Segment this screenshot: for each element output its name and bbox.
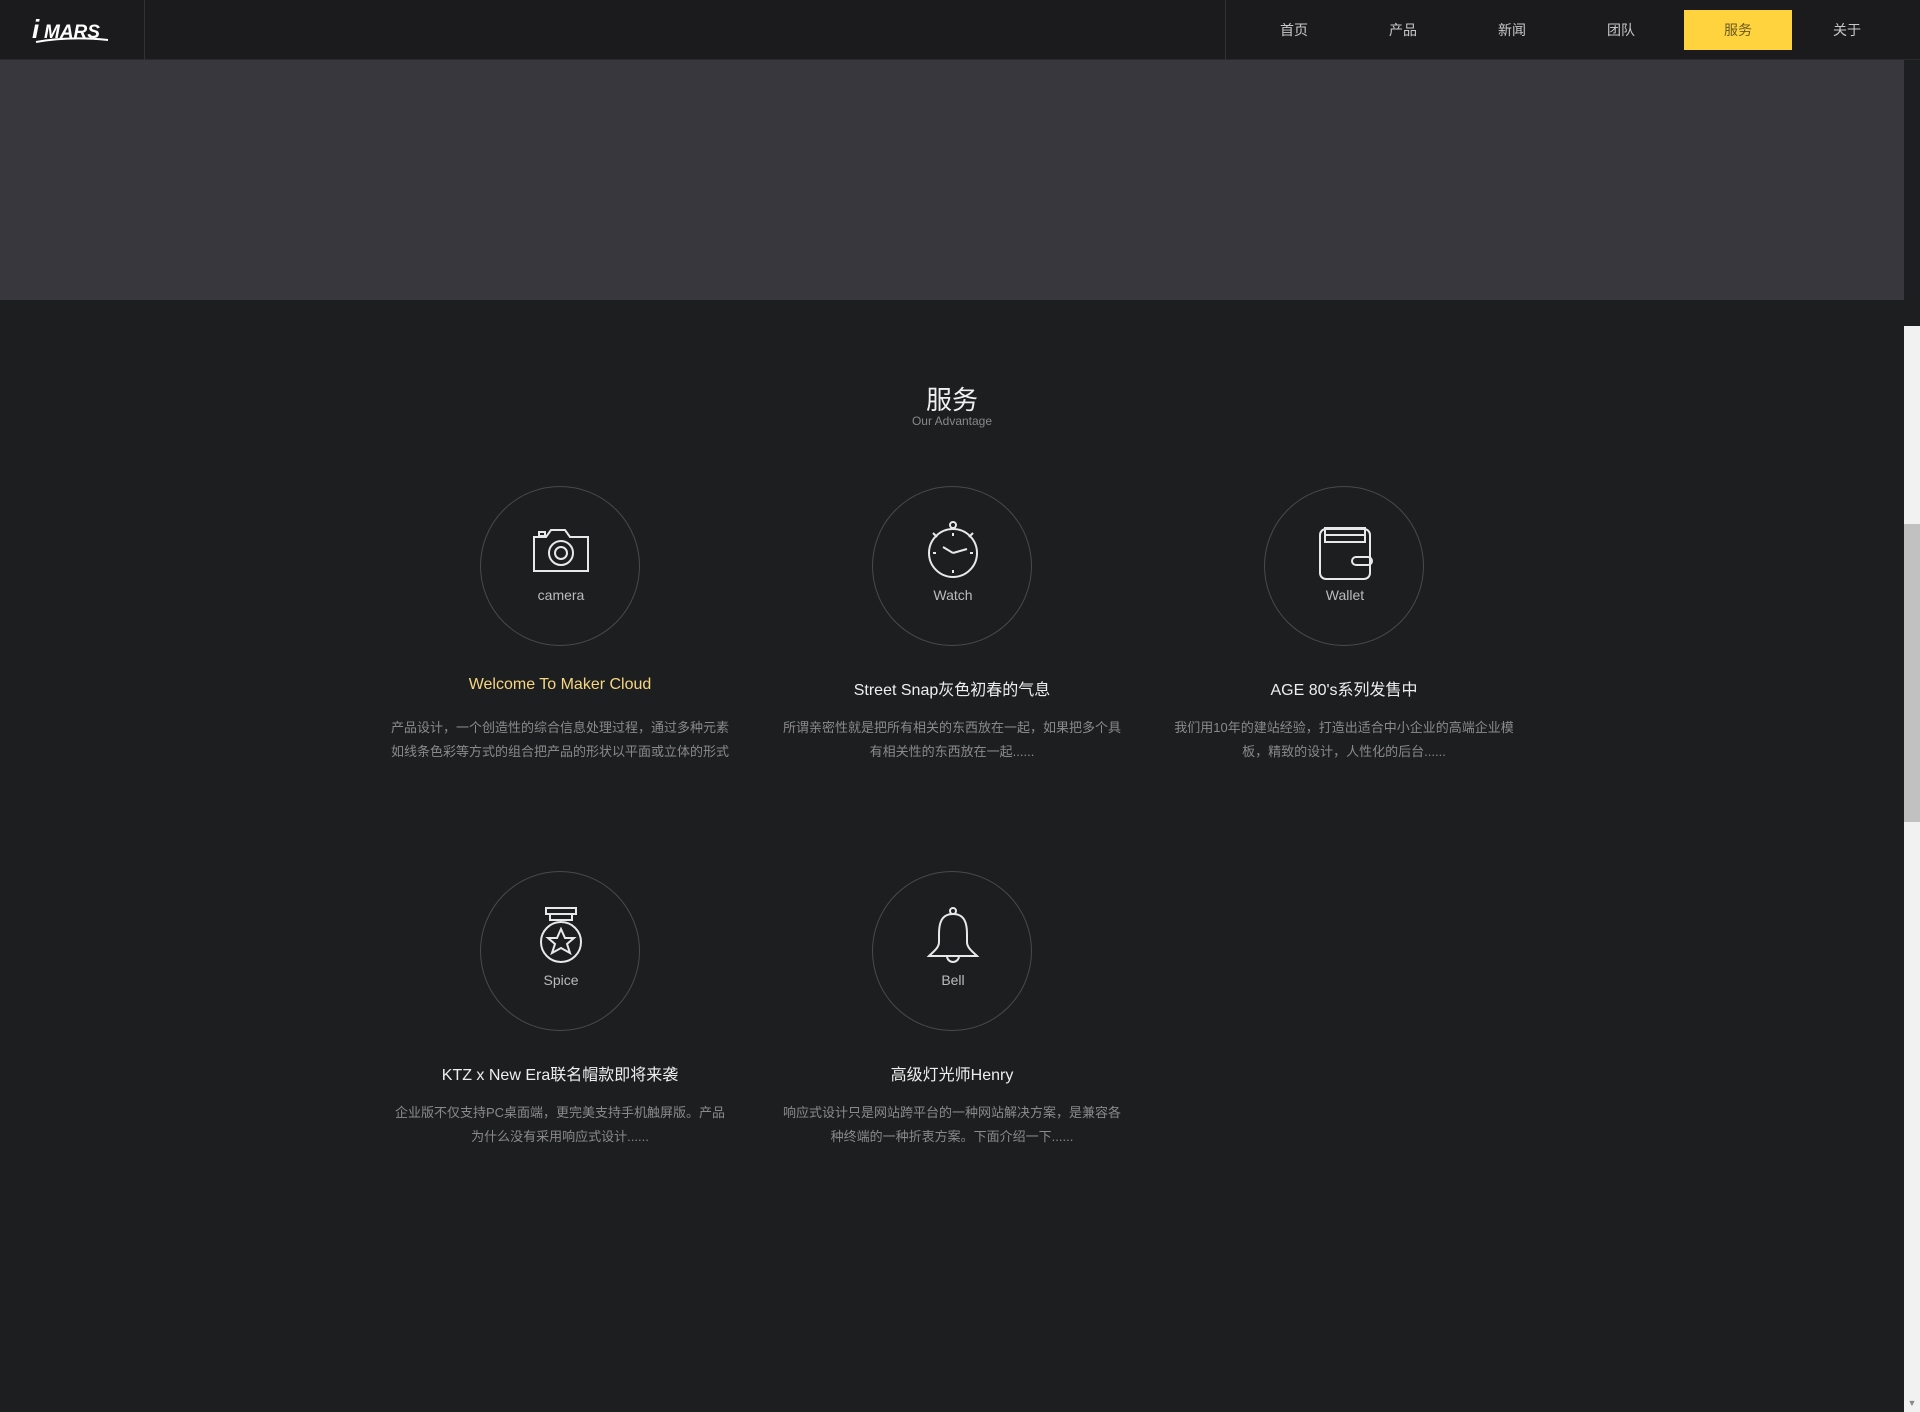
nav-item-services[interactable]: 服务 bbox=[1684, 10, 1792, 50]
scrollbar-track[interactable] bbox=[1904, 326, 1920, 1412]
icon-label: Watch bbox=[933, 587, 973, 603]
wallet-icon bbox=[1319, 527, 1373, 580]
icon-circle[interactable]: Wallet bbox=[1264, 486, 1424, 646]
icon-label: Bell bbox=[941, 972, 965, 988]
nav-item-team[interactable]: 团队 bbox=[1567, 10, 1675, 50]
main-nav: 首页 产品 新闻 团队 服务 关于 bbox=[1225, 0, 1920, 60]
service-title[interactable]: Welcome To Maker Cloud bbox=[385, 676, 735, 694]
service-description: 所谓亲密性就是把所有相关的东西放在一起，如果把多个具有相关性的东西放在一起...… bbox=[782, 720, 1121, 759]
icon-label: Wallet bbox=[1325, 587, 1365, 603]
scrollbar-thumb[interactable] bbox=[1904, 524, 1920, 822]
bell-icon bbox=[926, 907, 980, 963]
service-description: 我们用10年的建站经验，打造出适合中小企业的高端企业模板，精致的设计，人性化的后… bbox=[1174, 720, 1514, 759]
icon-circle[interactable]: camera bbox=[480, 486, 640, 646]
service-title[interactable]: Street Snap灰色初春的气息 bbox=[777, 676, 1127, 700]
nav-item-news[interactable]: 新闻 bbox=[1458, 10, 1566, 50]
nav-item-about[interactable]: 关于 bbox=[1793, 10, 1901, 50]
service-description: 产品设计，一个创造性的综合信息处理过程，通过多种元素如线条色彩等方式的组合把产品… bbox=[390, 720, 729, 759]
top-header: i MARS 首页 产品 新闻 团队 服务 关于 bbox=[0, 0, 1920, 60]
logo[interactable]: i MARS bbox=[0, 0, 145, 60]
service-description: 企业版不仅支持PC桌面端，更完美支持手机触屏版。产品为什么没有采用响应式设计..… bbox=[394, 1105, 726, 1144]
service-description: 响应式设计只是网站跨平台的一种网站解决方案，是兼容各种终端的一种折衷方案。下面介… bbox=[782, 1105, 1121, 1144]
section-title: 服务 bbox=[925, 386, 978, 416]
service-title[interactable]: AGE 80's系列发售中 bbox=[1169, 676, 1519, 700]
icon-label: Spice bbox=[543, 972, 579, 988]
camera-icon bbox=[533, 529, 589, 572]
service-title[interactable]: KTZ x New Era联名帽款即将来袭 bbox=[385, 1061, 735, 1085]
imars-logo-icon: i MARS bbox=[32, 14, 109, 44]
icon-circle[interactable]: Watch bbox=[872, 486, 1032, 646]
service-title[interactable]: 高级灯光师Henry bbox=[777, 1061, 1127, 1085]
medal-icon bbox=[540, 907, 582, 963]
nav-item-products[interactable]: 产品 bbox=[1349, 10, 1457, 50]
stopwatch-icon bbox=[928, 521, 978, 578]
scroll-down-arrow-icon[interactable]: ▼ bbox=[1904, 1394, 1920, 1412]
nav-item-home[interactable]: 首页 bbox=[1240, 10, 1348, 50]
banner bbox=[0, 60, 1904, 300]
icon-circle[interactable]: Bell bbox=[872, 871, 1032, 1031]
section-subtitle: Our Advantage bbox=[911, 414, 993, 428]
svg-text:i: i bbox=[32, 14, 40, 44]
icon-circle[interactable]: Spice bbox=[480, 871, 640, 1031]
icon-label: camera bbox=[537, 587, 585, 603]
